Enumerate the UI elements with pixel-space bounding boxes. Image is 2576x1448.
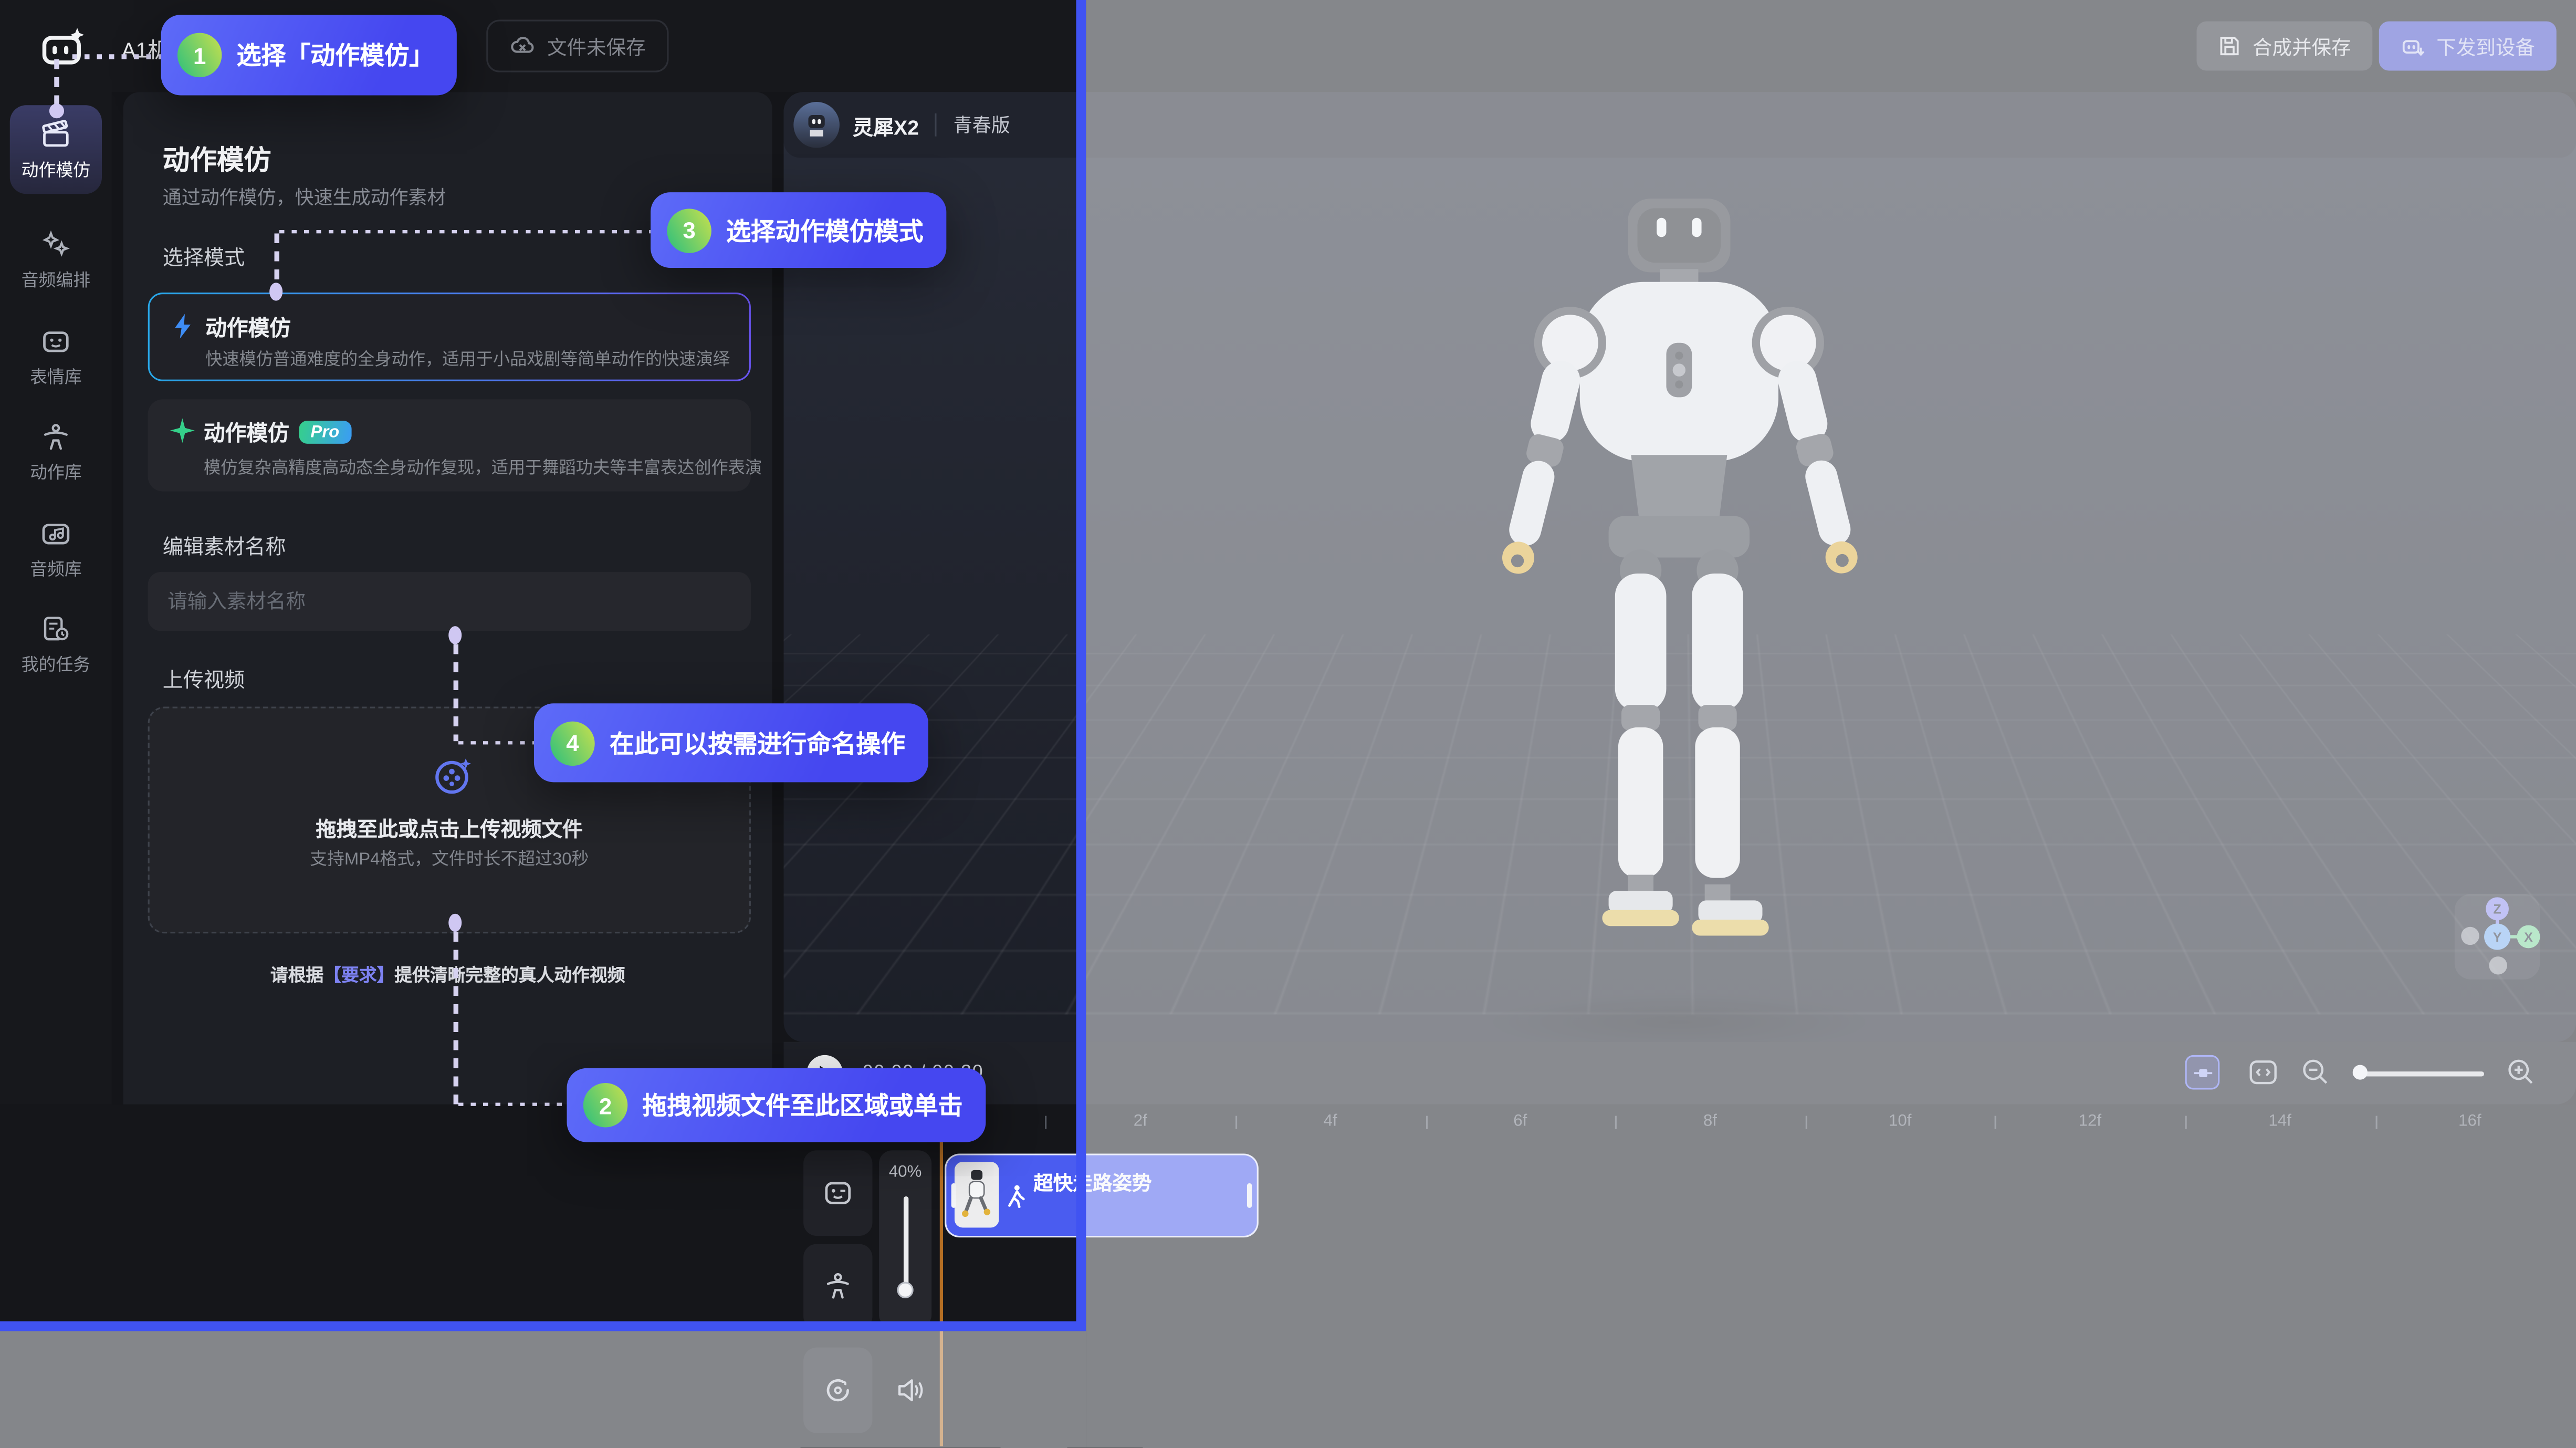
divider [935,113,937,137]
connector-3-vertical [275,233,279,287]
sidebar-item-label: 动作库 [30,460,82,484]
speed-value: 40% [879,1163,931,1181]
mode-title: 动作模仿 [205,310,291,341]
tutorial-step-4[interactable]: 4 在此可以按需进行命名操作 [534,703,928,782]
connector-4-vertical [454,644,458,742]
connector-3-horizontal [279,229,651,233]
figure-icon [39,420,72,453]
robot-head-icon [802,110,831,140]
figure-track-icon [822,1270,855,1304]
file-status-badge[interactable]: 文件未保存 [486,20,668,72]
mode-card-basic[interactable]: 动作模仿 快速模仿普通难度的全身动作，适用于小品戏剧等简单动作的快速演绎 [148,293,751,381]
tutorial-step-2[interactable]: 2 拖拽视频文件至此区域或单击 [567,1068,986,1142]
connector-2-horizontal [458,1102,567,1106]
speed-column: 40% [879,1150,931,1328]
material-name-label: 编辑素材名称 [163,529,286,560]
sidebar-item-audio-library[interactable]: 音频库 [10,505,102,593]
robot-face-icon [39,325,72,358]
sidebar-item-expression-library[interactable]: 表情库 [10,312,102,401]
dropzone-title: 拖拽至此或点击上传视频文件 [150,812,749,843]
sparkles-icon [39,227,72,261]
mode-desc: 快速模仿普通难度的全身动作，适用于小品戏剧等简单动作的快速演绎 [205,345,730,370]
face-wink-icon [822,1176,855,1210]
upload-video-label: 上传视频 [163,662,245,693]
mode-title: 动作模仿 [204,416,289,447]
dropzone-hint: 支持MP4格式，文件时长不超过30秒 [150,846,749,871]
step-label: 选择动作模仿模式 [726,213,924,247]
step-label: 选择「动作模仿」 [237,38,434,72]
ruler-tick [1045,1116,1047,1129]
connector-1-vertical [54,59,58,110]
spark-icon [169,418,195,444]
robot-name: 灵犀X2 [853,109,919,140]
sidebar-item-label: 我的任务 [22,652,90,676]
cloud-unsaved-icon [509,33,536,59]
step-number-badge: 2 [583,1083,627,1127]
connector-4-dot [448,626,462,644]
connector-3-dot [269,283,282,300]
connector-4-horizontal [458,741,534,745]
step-label: 拖拽视频文件至此区域或单击 [642,1088,962,1122]
upload-requirement-note: 请根据【要求】提供清晰完整的真人动作视频 [123,961,772,987]
clip-thumbnail [955,1162,999,1227]
expression-track-button[interactable] [803,1150,872,1236]
connector-1-horizontal [72,54,161,58]
task-list-icon [39,612,72,645]
film-reel-icon [432,754,475,797]
mode-card-pro[interactable]: 动作模仿 Pro 模仿复杂高精度高动态全身动作复现，适用于舞蹈功夫等丰富表达创作… [148,399,751,491]
mode-select-label: 选择模式 [163,240,245,271]
bolt-icon [171,312,195,340]
connector-2-dot [448,914,462,932]
sidebar-item-my-tasks[interactable]: 我的任务 [10,600,102,689]
action-track-button[interactable] [803,1244,872,1330]
robot-avatar [793,102,840,148]
spotlight-border-horizontal [0,1320,1085,1331]
music-card-icon [39,517,72,550]
spotlight-border-vertical [1075,0,1085,1331]
sidebar-item-motion-imitation[interactable]: 动作模仿 [10,105,102,194]
step-number-badge: 1 [177,33,222,77]
walking-robot-thumb [955,1162,999,1227]
material-name-input[interactable] [148,572,751,631]
clapperboard-icon [39,118,72,151]
clip-left-handle[interactable] [951,1182,956,1207]
pro-badge: Pro [299,420,351,443]
step-label: 在此可以按需进行命名操作 [610,725,905,760]
panel-title: 动作模仿 [163,138,271,178]
step-number-badge: 3 [667,208,711,252]
sidebar-item-label: 音频库 [30,556,82,581]
robot-edition: 青春版 [954,112,1010,138]
step-number-badge: 4 [550,721,594,765]
speed-slider-knob[interactable] [897,1282,913,1298]
walking-person-icon [1006,1185,1025,1208]
app-logo-icon [39,23,89,72]
dim-overlay-right [1085,0,2576,1447]
speed-slider-track[interactable] [903,1196,907,1288]
file-status-label: 文件未保存 [547,32,646,60]
sidebar-item-label: 表情库 [30,364,82,389]
dim-overlay-bottom [0,1331,1085,1447]
connector-2-vertical [454,932,458,1105]
sidebar-item-label: 音频编排 [22,267,90,291]
panel-subtitle: 通过动作模仿，快速生成动作素材 [163,184,446,210]
requirement-link[interactable]: 【要求】 [323,966,394,986]
sidebar-item-label: 动作模仿 [22,157,90,182]
tutorial-step-1[interactable]: 1 选择「动作模仿」 [161,15,457,95]
app-window: A1机 文件未保存 合成并保存 下发到设备 [0,0,2576,1447]
tutorial-step-3[interactable]: 3 选择动作模仿模式 [651,192,946,268]
mode-desc: 模仿复杂高精度高动态全身动作复现，适用于舞蹈功夫等丰富表达创作表演 [204,454,762,478]
sidebar-item-action-library[interactable]: 动作库 [10,408,102,496]
sidebar-item-audio-arrange[interactable]: 音频编排 [10,215,102,304]
